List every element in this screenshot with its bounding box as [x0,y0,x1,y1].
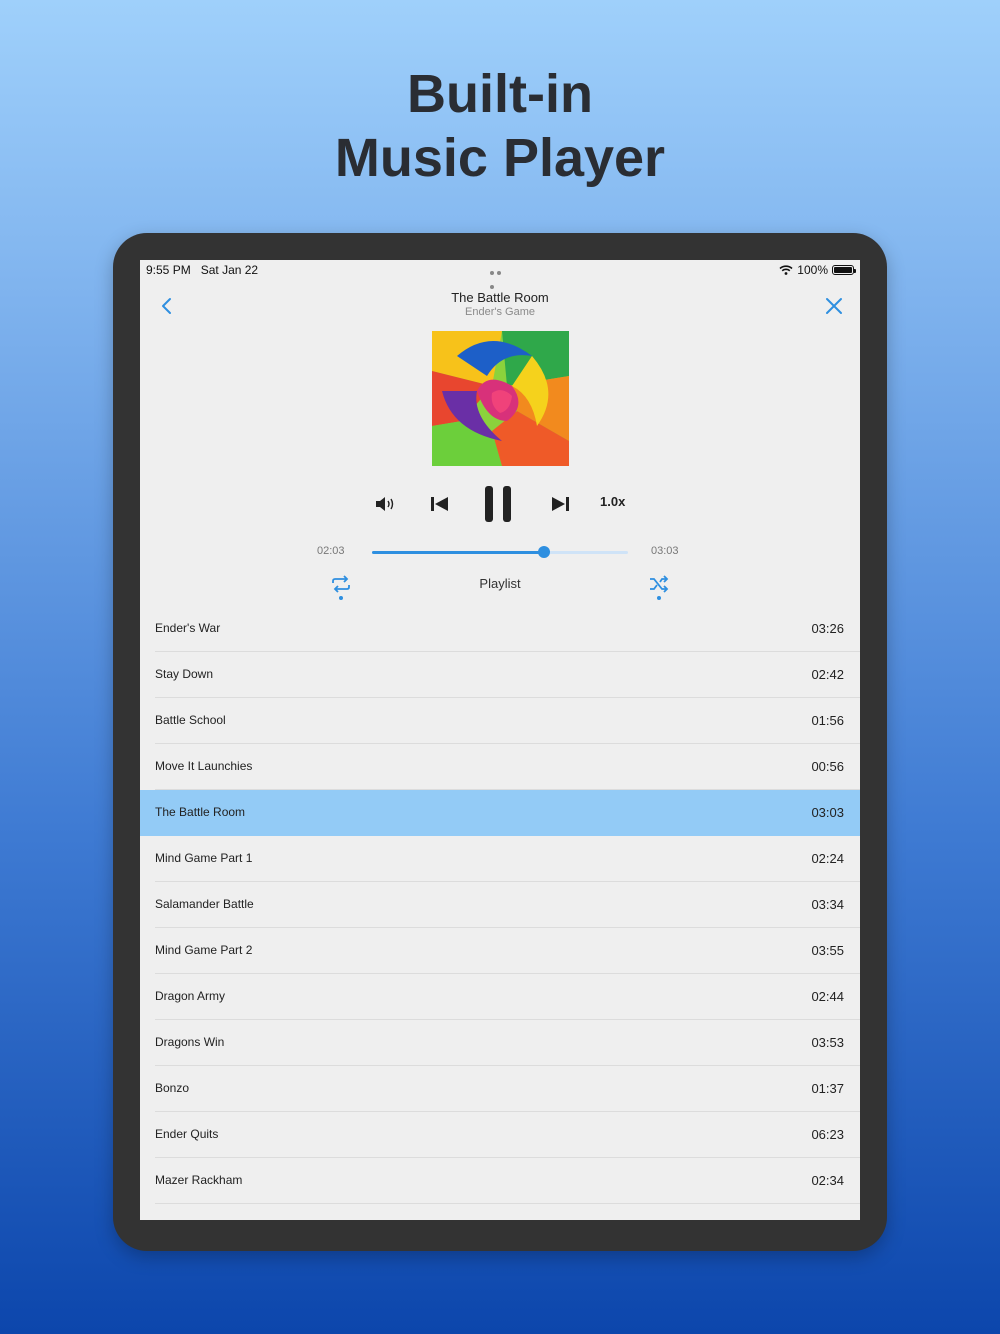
track-name: Mind Game Part 2 [155,943,253,957]
playlist-row[interactable]: Ender's War 03:26 [140,606,860,652]
track-duration: 00:56 [811,759,844,774]
shuffle-active-dot [657,596,661,600]
track-duration: 02:34 [811,1173,844,1188]
status-bar: 9:55 PM Sat Jan 22 100% [140,260,860,289]
track-duration: 02:42 [811,667,844,682]
track-name: Move It Launchies [155,759,253,773]
album-artwork [432,331,569,466]
track-name: Battle School [155,713,226,727]
headline-line-1: Built-in [407,64,593,124]
playlist-label: Playlist [479,576,521,591]
track-album: Ender's Game [465,306,535,318]
elapsed-time: 02:03 [317,545,345,557]
playback-speed-button[interactable]: 1.0x [600,494,625,509]
progress-thumb[interactable] [537,546,550,558]
track-name: Mind Game Part 1 [155,851,253,865]
pause-icon[interactable] [482,486,518,522]
track-name: Dragon Army [155,989,226,1003]
progress-slider[interactable] [372,546,628,558]
row-divider [155,1203,860,1204]
track-duration: 03:03 [811,805,844,820]
playlist-row[interactable]: Move It Launchies 00:56 [140,744,860,790]
headline-line-2: Music Player [334,128,666,188]
track-duration: 03:55 [811,943,844,958]
playlist-row[interactable]: Mazer Rackham 02:34 [140,1158,860,1204]
playlist-row[interactable]: Stay Down 02:42 [140,652,860,698]
status-time: 9:55 PM [146,263,191,277]
volume-icon[interactable] [374,494,396,514]
track-name: Bonzo [155,1081,190,1095]
wifi-icon [779,265,793,275]
status-right: 100% [779,263,856,277]
battery-icon [832,265,856,275]
track-duration: 01:56 [811,713,844,728]
shuffle-button[interactable] [647,574,671,602]
track-duration: 01:37 [811,1081,844,1096]
previous-track-icon[interactable] [429,494,451,514]
tablet-screen: 9:55 PM Sat Jan 22 100% The Battle Room … [140,260,860,1220]
total-time: 03:03 [651,545,679,557]
track-name: Mazer Rackham [155,1173,243,1187]
track-duration: 03:34 [811,897,844,912]
track-name: Dragons Win [155,1035,225,1049]
headline: Built-in Music Player [0,62,1000,190]
multitasking-dots-icon[interactable] [490,264,510,289]
playlist-row[interactable]: Dragons Win 03:53 [140,1020,860,1066]
playlist-row[interactable]: Battle School 01:56 [140,698,860,744]
track-duration: 02:44 [811,989,844,1004]
status-time-date: 9:55 PM Sat Jan 22 [146,263,258,277]
playlist-row[interactable]: Mind Game Part 2 03:55 [140,928,860,974]
next-track-icon[interactable] [549,494,571,514]
track-duration: 03:53 [811,1035,844,1050]
transport-controls: 1.0x [140,486,860,522]
track-duration: 03:26 [811,621,844,636]
close-icon[interactable] [822,294,846,318]
playlist-row[interactable]: Bonzo 01:37 [140,1066,860,1112]
track-duration: 06:23 [811,1127,844,1142]
track-name: The Battle Room [155,805,246,819]
shuffle-icon [650,575,669,593]
track-title: The Battle Room [451,290,549,305]
status-date: Sat Jan 22 [200,263,259,277]
playlist-row[interactable]: Ender Quits 06:23 [140,1112,860,1158]
playlist-row-current[interactable]: The Battle Room 03:03 [140,790,860,836]
playlist: Ender's War 03:26 Stay Down 02:42 Battle Sch… [140,606,860,1204]
playlist-row[interactable]: Dragon Army 02:44 [140,974,860,1020]
battery-percent: 100% [797,263,828,277]
track-name: Stay Down [155,667,214,681]
repeat-active-dot [339,596,343,600]
playlist-row[interactable]: Salamander Battle 03:34 [140,882,860,928]
track-name: Ender's War [155,621,221,635]
playlist-row[interactable]: Mind Game Part 1 02:24 [140,836,860,882]
progress-fill [372,551,544,554]
track-name: Salamander Battle [155,897,254,911]
track-name: Ender Quits [155,1127,219,1141]
track-duration: 02:24 [811,851,844,866]
